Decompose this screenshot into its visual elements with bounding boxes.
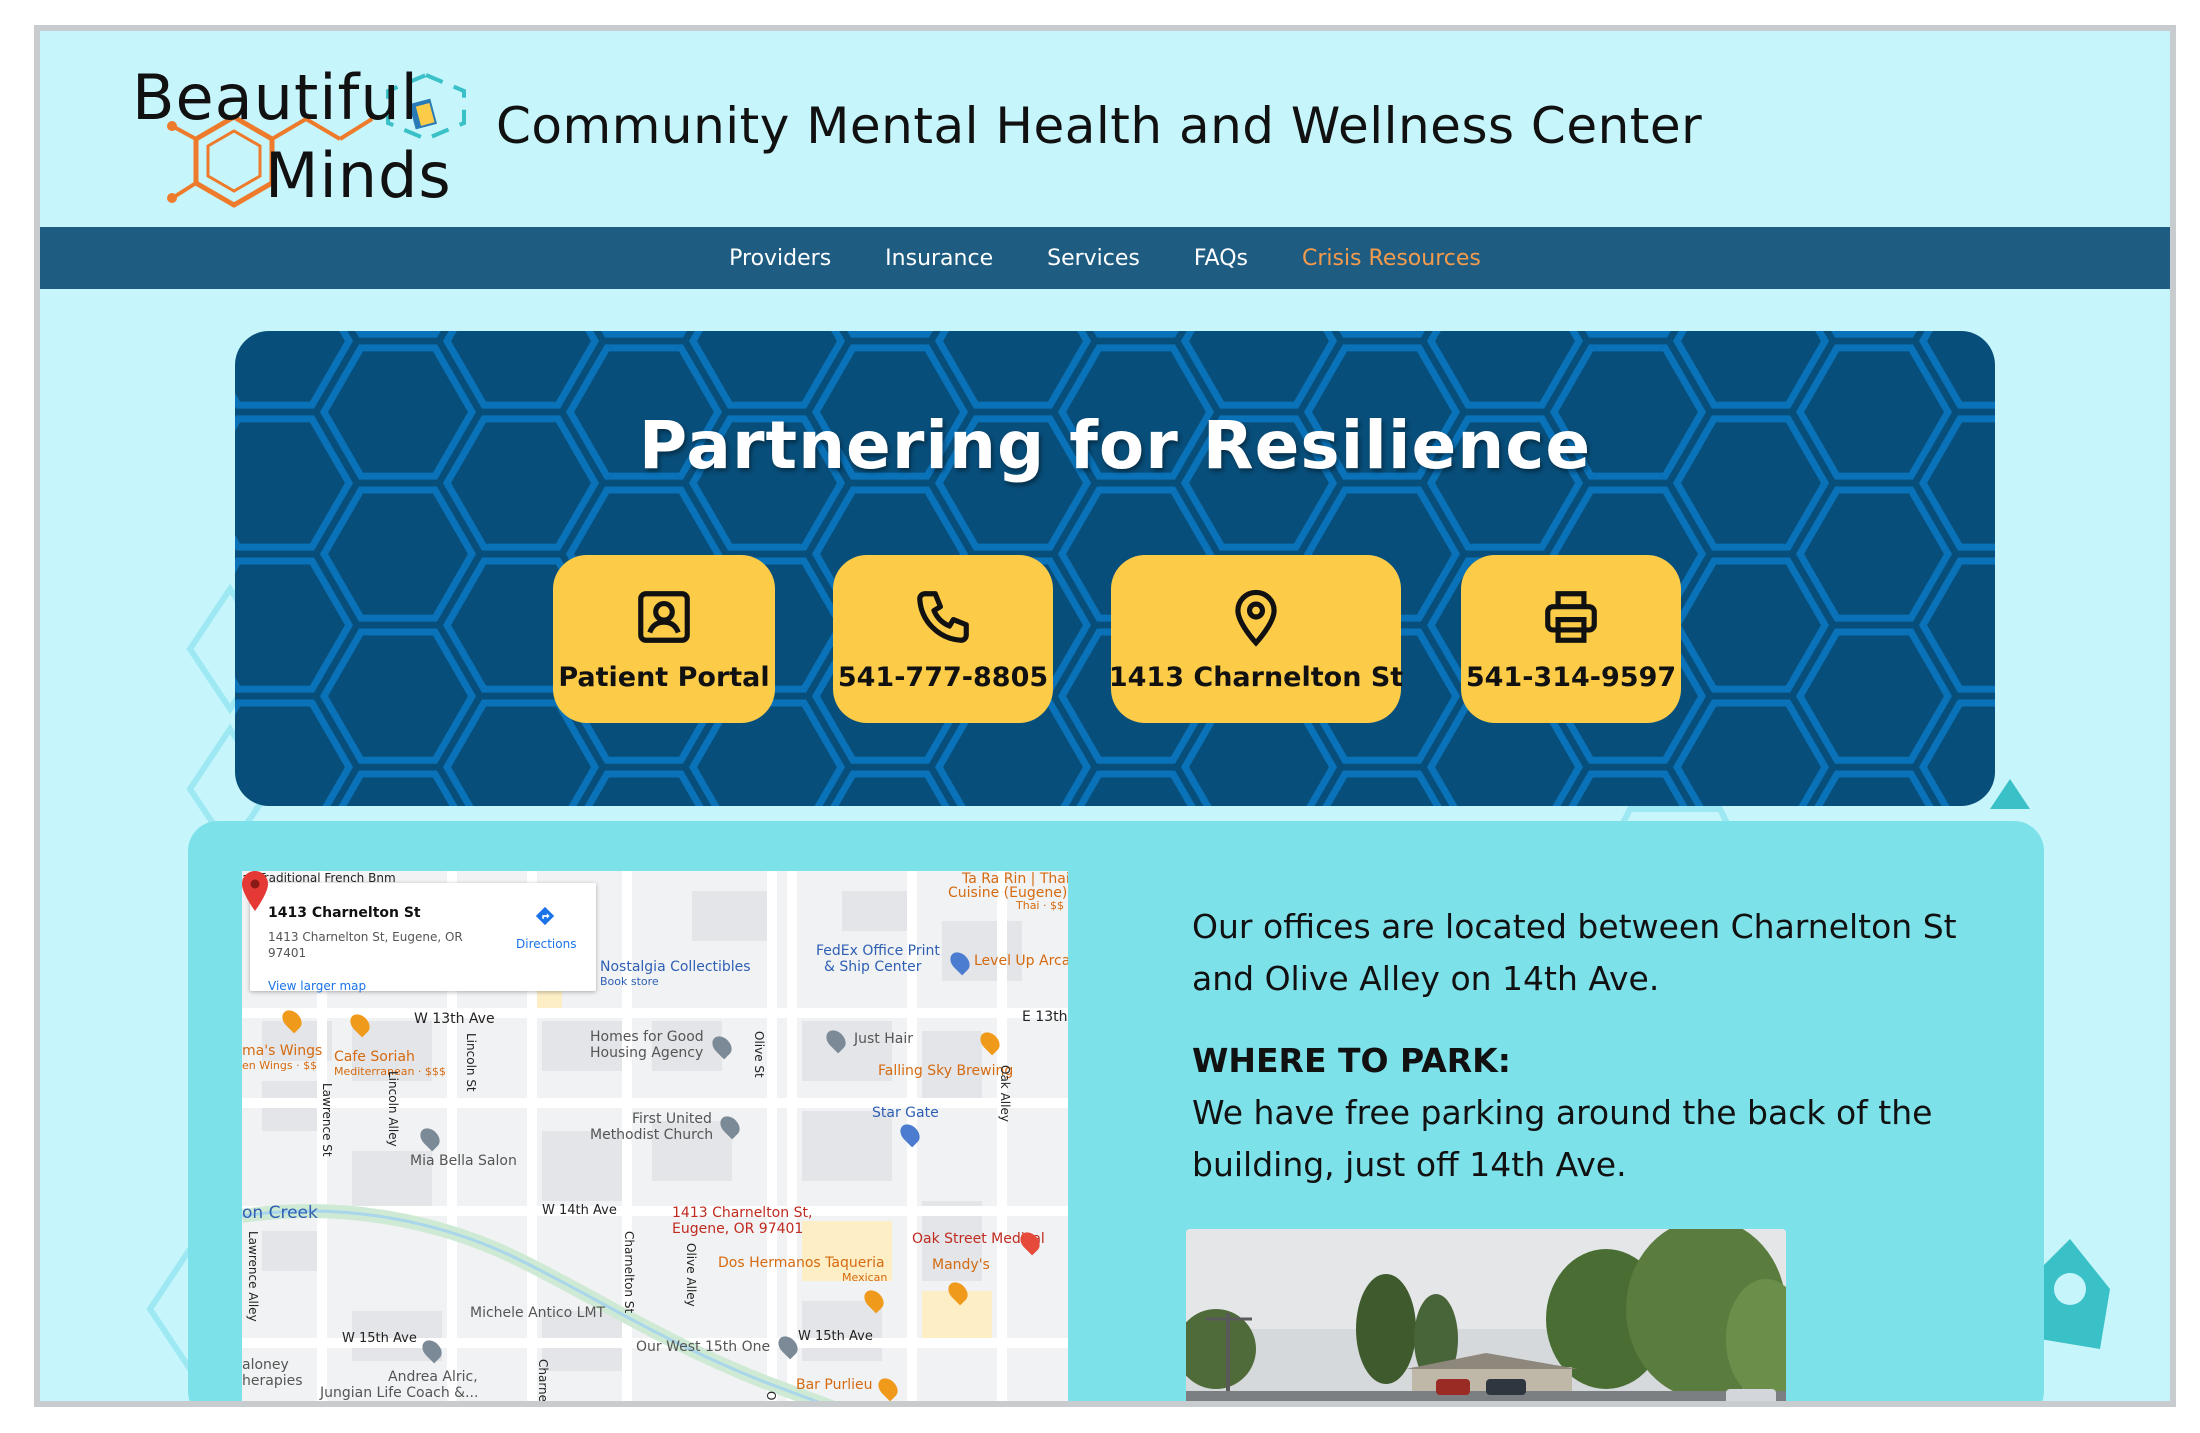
map-label: Mandy's: [932, 1257, 990, 1273]
map-label: Star Gate: [872, 1105, 939, 1121]
map-label: Lawrence St: [320, 1083, 334, 1157]
map-label: Level Up Arca: [974, 953, 1068, 969]
map-label: W 15th Ave: [798, 1329, 873, 1344]
view-larger-map-link[interactable]: View larger map: [268, 979, 366, 993]
map-label: Jungian Life Coach &...: [320, 1385, 479, 1401]
nav-faqs[interactable]: FAQs: [1194, 246, 1248, 271]
hex-cell: [1795, 486, 1953, 622]
hero-banner: Partnering for Resilience Patient Portal…: [235, 331, 1995, 806]
site-header: Beautiful Minds Community Mental Health …: [40, 31, 2170, 227]
hex-cell: [1795, 628, 1953, 764]
map-label: W 13th Ave: [414, 1011, 495, 1027]
hex-cell: [1426, 331, 1584, 409]
map-label: Mexican: [842, 1271, 888, 1284]
map-pin-label-1: 1413 Charnelton St,: [672, 1205, 813, 1221]
hex-cell: [235, 557, 354, 693]
map-label: ma's Wings: [242, 1043, 323, 1059]
hex-cell: [1672, 557, 1830, 693]
map-label: Thai · $$: [1016, 899, 1064, 912]
nav-crisis-resources[interactable]: Crisis Resources: [1302, 246, 1481, 271]
map-label: FedEx Office Print: [816, 943, 940, 959]
browser-frame: Beautiful Minds Community Mental Health …: [34, 25, 2176, 1407]
phone-label: 541-777-8805: [837, 661, 1049, 693]
fax-button[interactable]: 541-314-9597: [1461, 555, 1681, 723]
map-label: Olive St: [752, 1031, 766, 1078]
nav-services[interactable]: Services: [1047, 246, 1140, 271]
hex-cell: [1672, 699, 1830, 806]
map-label: Oliv: [764, 1391, 778, 1407]
hex-cell: [319, 486, 477, 622]
map-label: W 15th Ave: [342, 1331, 417, 1346]
parking-text: We have free parking around the back of …: [1192, 1093, 1933, 1184]
map-label: Lawrence Alley: [246, 1231, 260, 1322]
parking-heading: WHERE TO PARK:: [1192, 1041, 1511, 1080]
map-label: Michele Antico LMT: [470, 1305, 606, 1321]
location-text: Our offices are located between Charnelt…: [1192, 907, 1957, 998]
hex-cell: [1672, 331, 1830, 409]
contact-card-icon: [638, 590, 690, 643]
directions-icon[interactable]: [534, 905, 556, 927]
address-button[interactable]: 1413 Charnelton St: [1108, 555, 1404, 723]
hex-cell: [1180, 331, 1338, 409]
building-photo: [1186, 1229, 1786, 1401]
map-info-card: 1413 Charnelton St 1413 Charnelton St, E…: [250, 883, 596, 993]
embedded-map[interactable]: 1413 Charnelton St 1413 Charnelton St, E…: [242, 871, 1068, 1407]
fax-label: 541-314-9597: [1465, 661, 1677, 693]
map-label: Cafe Soriah: [334, 1049, 415, 1065]
map-label: Charnelt: [536, 1359, 550, 1407]
map-label: Methodist Church: [590, 1127, 714, 1143]
map-label: Nostalgia Collectibles: [600, 959, 751, 975]
hex-cell: [319, 628, 477, 764]
map-label: en Wings · $$: [242, 1059, 318, 1072]
map-label: First United: [632, 1111, 712, 1127]
logo-text-minds: Minds: [265, 139, 452, 212]
hero-title: Partnering for Resilience: [638, 407, 1592, 484]
patient-portal-button[interactable]: Patient Portal: [553, 555, 775, 723]
main-nav: Providers Insurance Services FAQs Crisis…: [40, 227, 2170, 289]
hex-cell: [688, 331, 846, 409]
location-pin-icon: [1235, 589, 1277, 647]
map-label: E 13th: [1022, 1009, 1068, 1025]
map-label: Book store: [600, 975, 659, 988]
map-label: Housing Agency: [590, 1045, 704, 1061]
map-label: Lincoln St: [464, 1033, 478, 1092]
map-label: Andrea Alric,: [388, 1369, 478, 1385]
phone-icon: [917, 590, 969, 643]
patient-portal-label: Patient Portal: [558, 661, 770, 693]
printer-icon: [1545, 590, 1597, 643]
hex-cell: [934, 331, 1092, 409]
map-label: Lincoln Alley: [386, 1071, 400, 1147]
logo-text-beautiful: Beautiful: [132, 61, 419, 134]
map-label: Mia Bella Salon: [410, 1153, 517, 1169]
directions-link[interactable]: Directions: [516, 937, 576, 951]
map-card-address: 1413 Charnelton St, Eugene, OR 97401: [268, 930, 463, 960]
map-label: Charnelton St: [622, 1231, 636, 1314]
map-label: W 14th Ave: [542, 1203, 617, 1218]
map-card-title: 1413 Charnelton St: [268, 905, 421, 921]
site-title: Community Mental Health and Wellness Cen…: [496, 97, 1703, 155]
map-label: Dos Hermanos Taqueria: [718, 1255, 885, 1271]
map-pin-label-2: Eugene, OR 97401: [672, 1221, 804, 1237]
nav-providers[interactable]: Providers: [729, 246, 831, 271]
map-label: Bar Purlieu: [796, 1377, 873, 1393]
hex-cell: [442, 331, 600, 409]
hex-pattern: [235, 331, 1995, 806]
map-label: Oak Alley: [998, 1065, 1012, 1122]
map-label: Just Hair: [854, 1031, 913, 1047]
map-label: Olive Alley: [684, 1243, 698, 1307]
map-label: aloney: [242, 1357, 289, 1373]
address-label: 1413 Charnelton St: [1108, 661, 1404, 693]
map-label: Our West 15th One: [636, 1339, 771, 1355]
phone-button[interactable]: 541-777-8805: [833, 555, 1053, 723]
map-pin-icon[interactable]: [242, 871, 268, 911]
map-label: & Ship Center: [824, 959, 922, 975]
location-info: Our offices are located between Charnelt…: [1192, 901, 2012, 1221]
map-label: herapies: [242, 1373, 303, 1389]
map-label: Homes for Good: [590, 1029, 704, 1045]
map-label: on Creek: [242, 1203, 318, 1223]
nav-insurance[interactable]: Insurance: [885, 246, 993, 271]
hex-cell: [235, 699, 354, 806]
map-label: Falling Sky Brewing: [878, 1063, 1014, 1079]
